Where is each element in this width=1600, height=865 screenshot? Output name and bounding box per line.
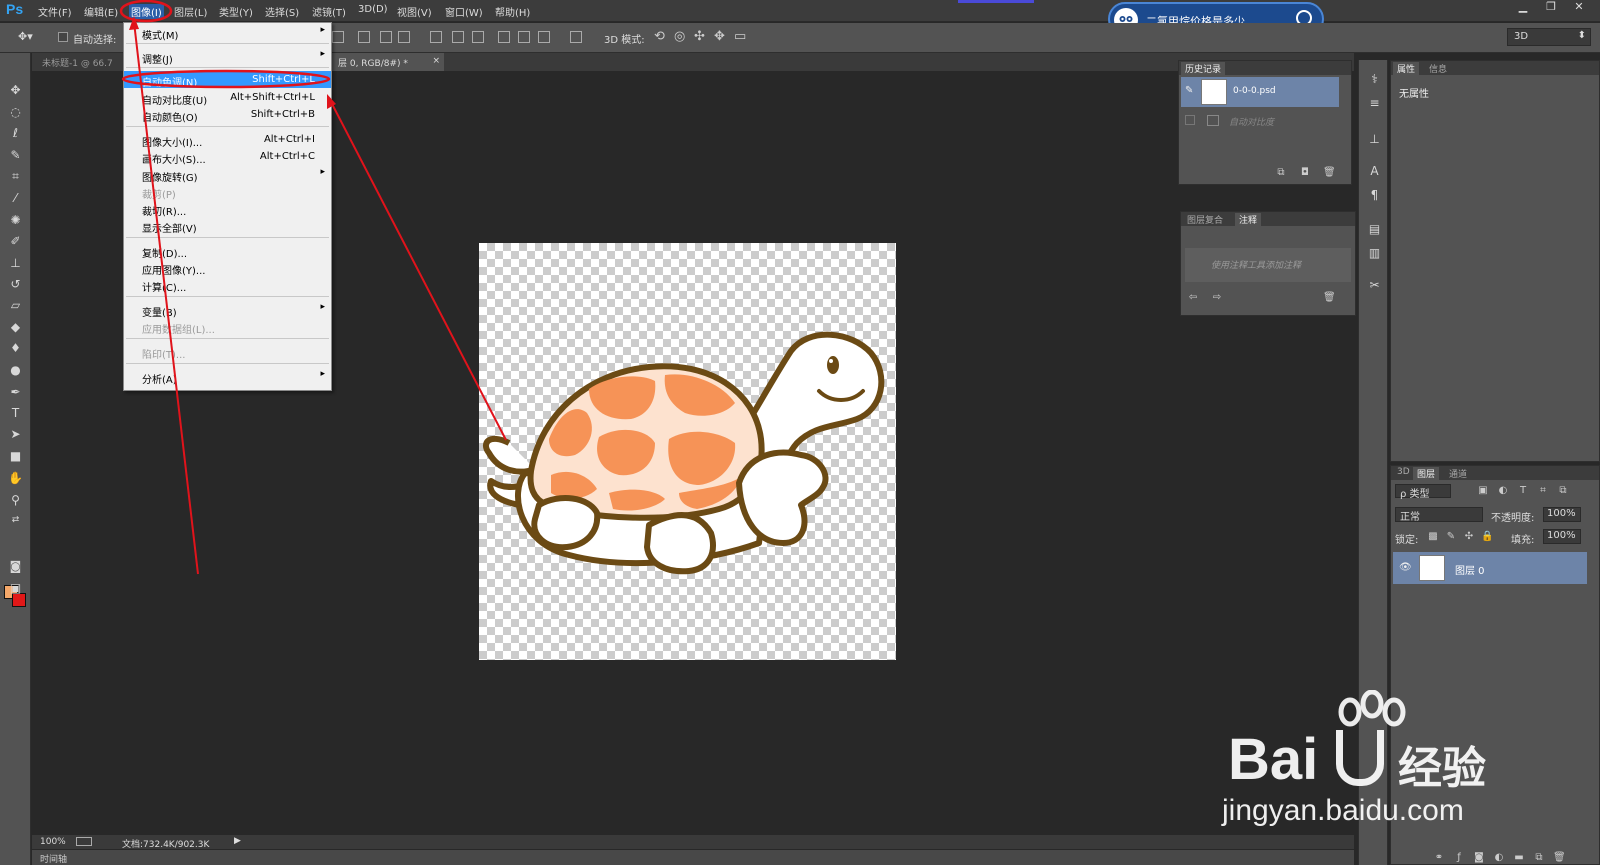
annotation-circle-auto-tone [121, 69, 331, 89]
watermark-brand-tail: 经验 [1398, 743, 1486, 794]
paw-du-icon [1336, 730, 1384, 786]
watermark-brand: Bai [1228, 727, 1319, 792]
baidu-jingyan-watermark: Bai 经验 jingyan.baidu.com [1222, 690, 1528, 840]
annotation-arrowhead-2 [327, 94, 336, 109]
watermark-url: jingyan.baidu.com [1222, 794, 1464, 827]
annotation-arrow-line-2 [329, 99, 507, 441]
annotation-circle-image-menu [119, 0, 173, 23]
annotation-arrow-line-1 [133, 21, 199, 575]
